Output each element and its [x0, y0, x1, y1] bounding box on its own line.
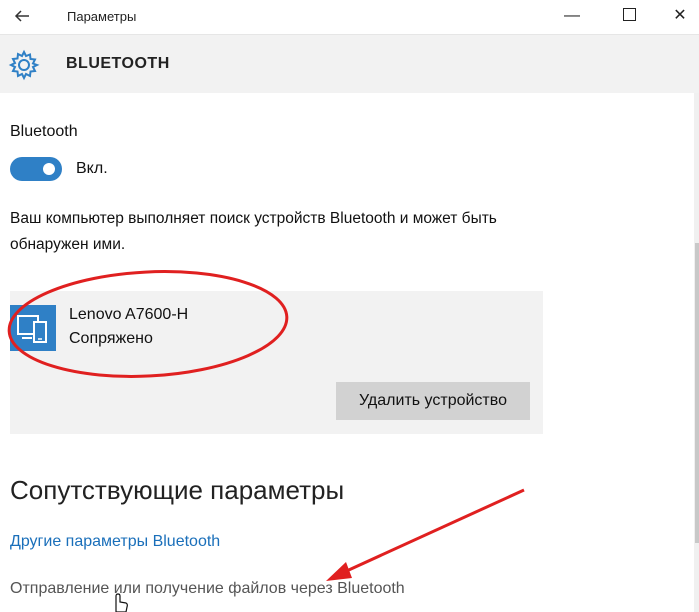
remove-device-button[interactable]: Удалить устройство	[336, 382, 530, 420]
bluetooth-toggle[interactable]	[10, 157, 62, 181]
device-card[interactable]: Lenovo A7600-H Сопряжено Удалить устройс…	[10, 291, 543, 434]
device-status: Сопряжено	[69, 330, 153, 347]
related-settings-title: Сопутствующие параметры	[10, 475, 345, 505]
gear-icon	[8, 49, 40, 81]
maximize-button[interactable]	[609, 2, 649, 30]
toggle-state-label: Вкл.	[76, 160, 108, 177]
window-title: Параметры	[67, 9, 137, 24]
toggle-knob	[43, 163, 55, 175]
arrow-left-icon	[14, 10, 29, 22]
hand-cursor-icon	[115, 593, 128, 612]
settings-content: Bluetooth Вкл. Ваш компьютер выполняет п…	[0, 93, 694, 612]
scrollbar[interactable]	[694, 93, 699, 612]
bluetooth-label: Bluetooth	[10, 123, 78, 140]
device-icon-tile	[10, 305, 56, 351]
close-button[interactable]: ✕	[660, 2, 699, 30]
other-bluetooth-settings-link[interactable]: Другие параметры Bluetooth	[10, 533, 220, 551]
discovery-description: Ваш компьютер выполняет поиск устройств …	[10, 210, 497, 253]
back-button[interactable]	[10, 4, 34, 28]
page-header: BLUETOOTH	[0, 35, 699, 93]
minimize-button[interactable]: —	[552, 2, 592, 30]
device-name: Lenovo A7600-H	[69, 306, 189, 323]
page-title: BLUETOOTH	[66, 55, 170, 72]
title-bar: Параметры — ✕	[0, 0, 699, 35]
maximize-icon	[622, 7, 636, 21]
scrollbar-thumb[interactable]	[695, 243, 699, 543]
send-receive-files-link[interactable]: Отправление или получение файлов через B…	[10, 580, 405, 598]
phone-device-icon	[17, 315, 47, 343]
